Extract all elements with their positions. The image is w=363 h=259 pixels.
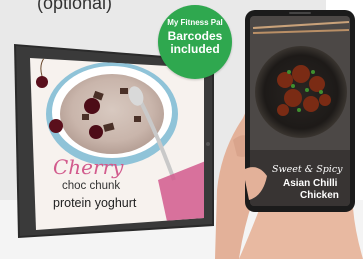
phone-recipe-title-1: Asian Chilli — [283, 178, 338, 189]
tablet-recipe-subtitle: choc chunk — [62, 180, 121, 192]
optional-label: (optional) — [37, 0, 113, 13]
badge-brand: My Fitness Pal — [167, 18, 223, 27]
phone-in-hand — [215, 10, 363, 259]
phone-recipe-tagline: Sweet & Spicy — [272, 164, 343, 175]
barcodes-badge: My Fitness Pal Barcodes included — [158, 5, 232, 79]
tablet-recipe-title: Cherry — [53, 155, 124, 179]
tablet-recipe-name: protein yoghurt — [53, 196, 137, 210]
badge-line-2: included — [170, 42, 220, 56]
phone-recipe-title-2: Chicken — [300, 190, 339, 201]
